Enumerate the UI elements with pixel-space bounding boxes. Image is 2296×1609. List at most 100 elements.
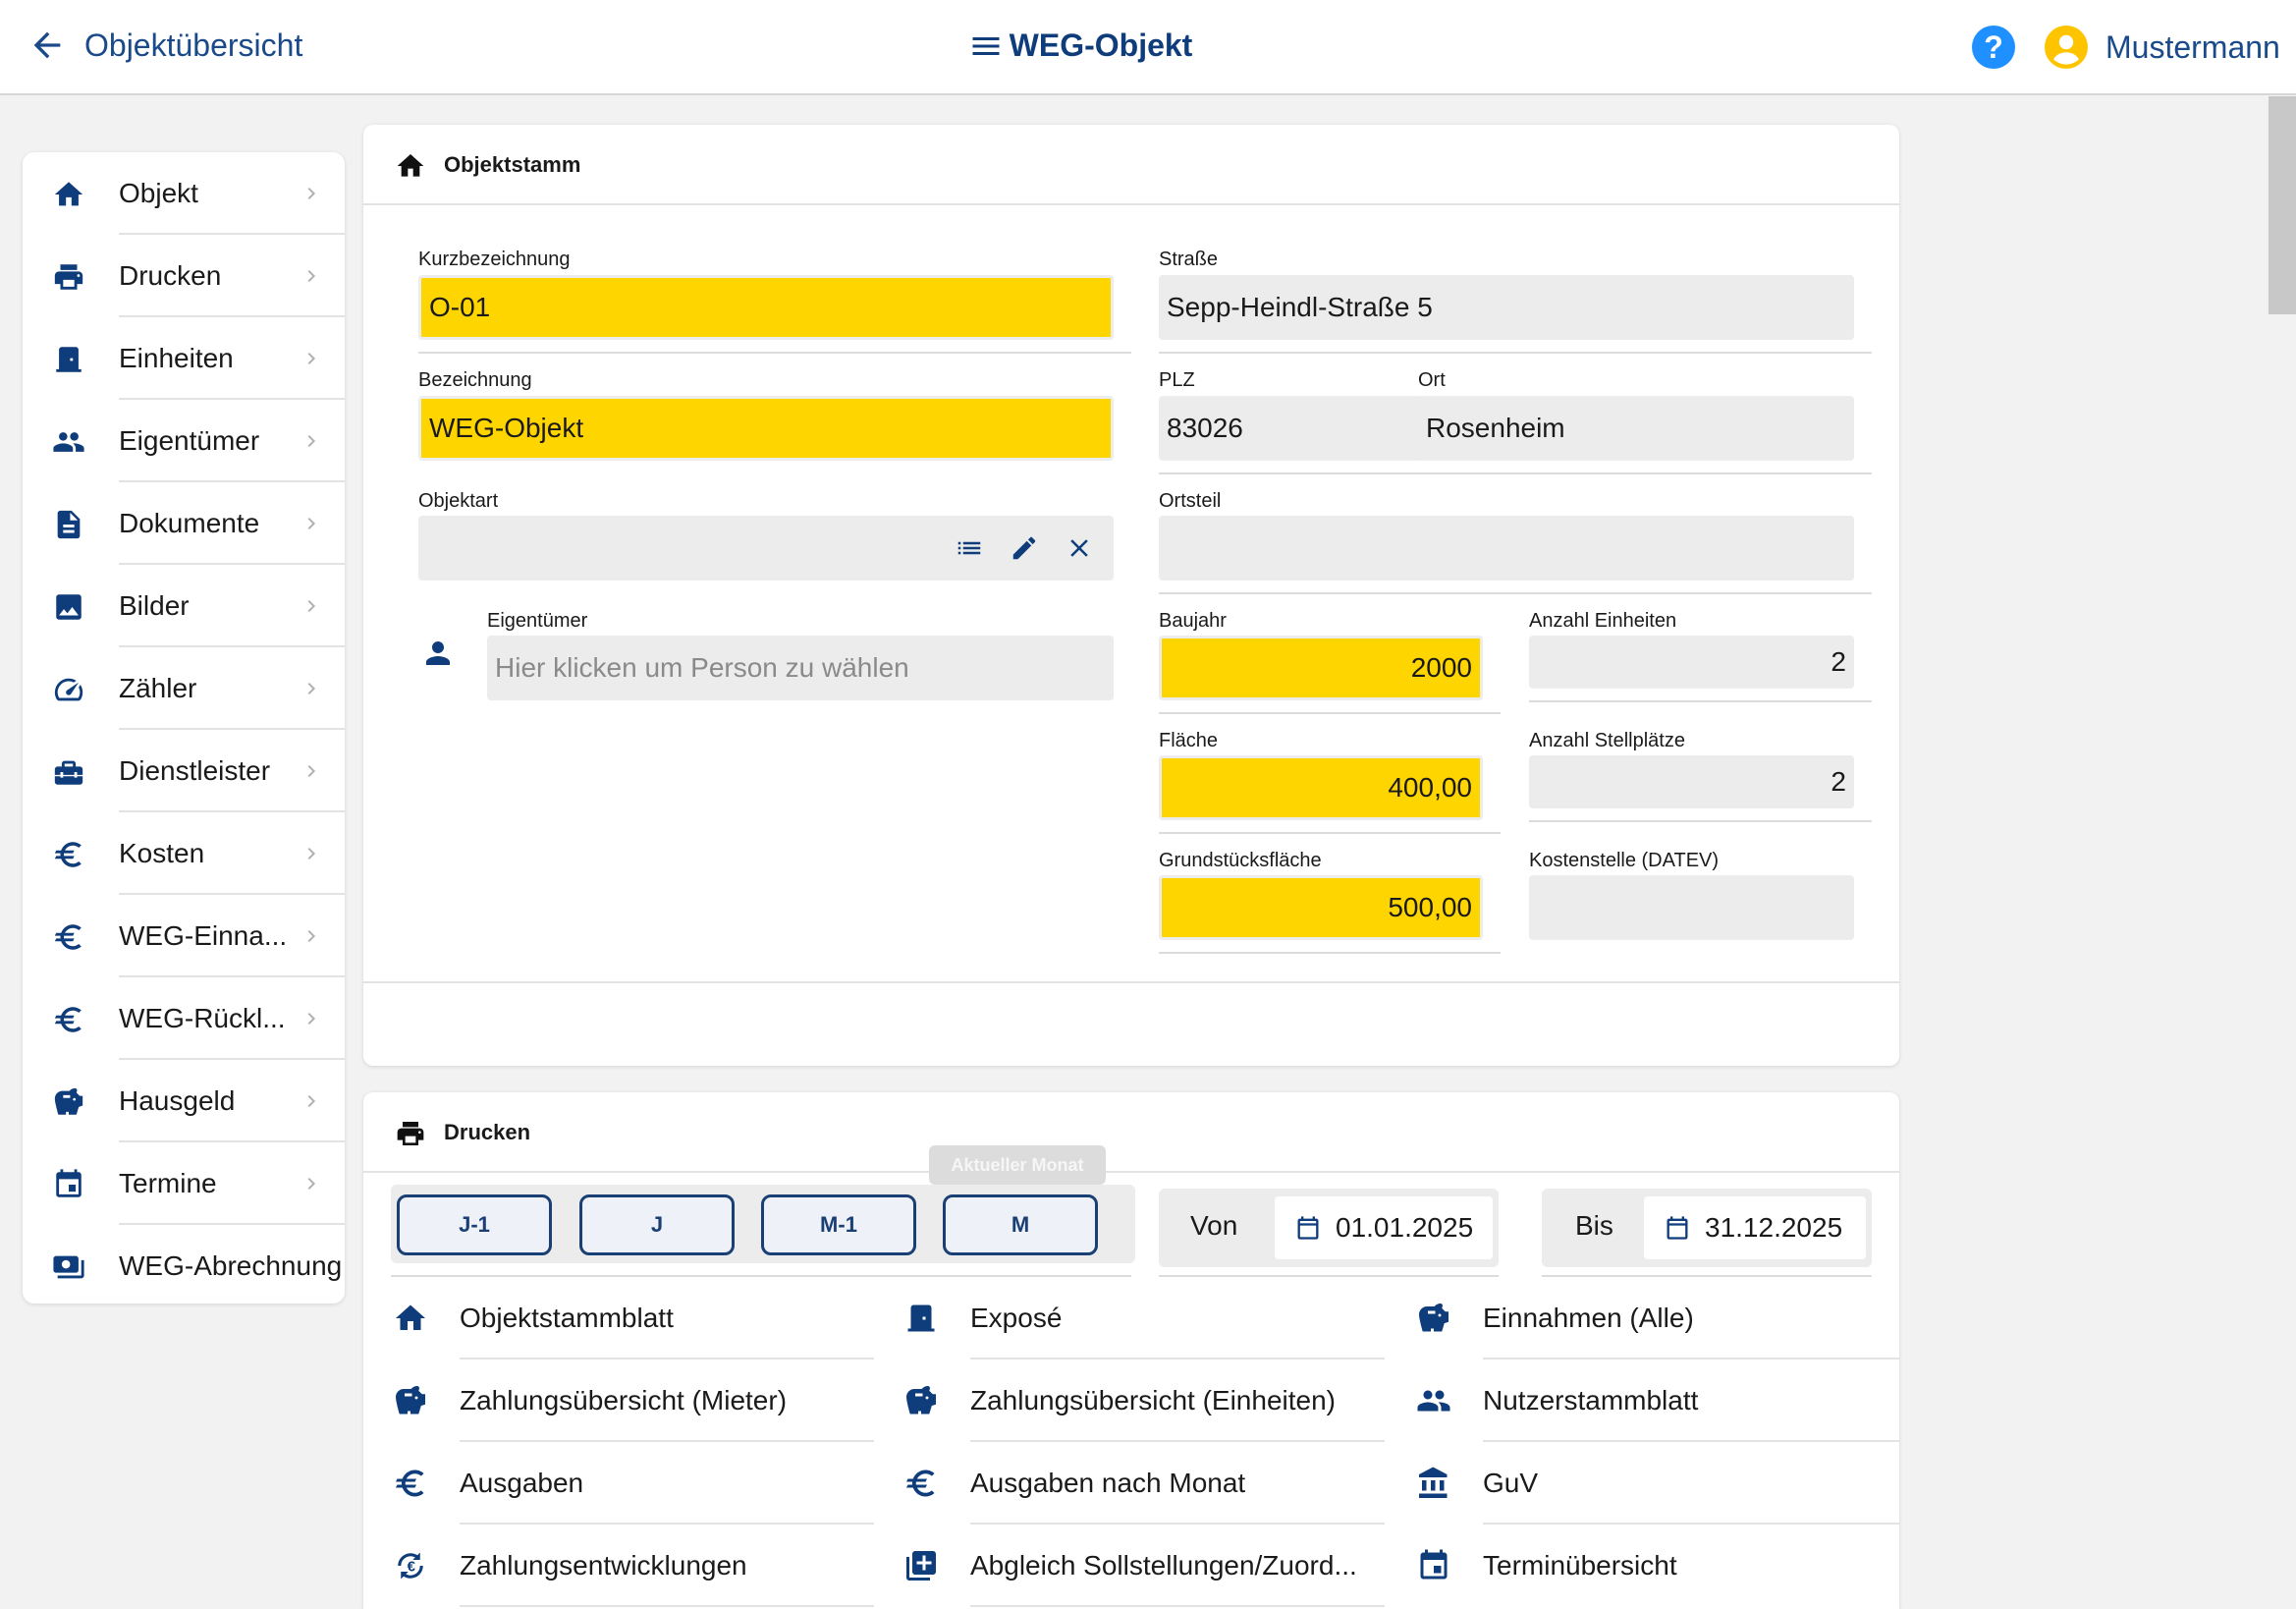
sidebar-item-dokumente[interactable]: Dokumente <box>23 482 345 565</box>
calendar-icon <box>1297 1216 1319 1240</box>
baujahr-field[interactable]: 2000 <box>1159 636 1483 700</box>
objektstamm-header: Objektstamm <box>363 125 1899 205</box>
period-button-prev-year[interactable]: J-1 <box>397 1194 552 1255</box>
calendar-icon <box>56 1169 82 1197</box>
objektart-label: Objektart <box>418 490 499 512</box>
period-button-prev-month[interactable]: M-1 <box>761 1194 916 1255</box>
kostenstelle-label: Kostenstelle (DATEV) <box>1529 850 1720 871</box>
eigentuemer-picker[interactable]: Hier klicken um Person zu wählen <box>487 636 1114 700</box>
ortsteil-field[interactable] <box>1159 516 1854 581</box>
print-abgleich-sollstellungen[interactable]: Abgleich Sollstellungen/Zuord... <box>903 1525 1385 1607</box>
chevron-right-icon <box>307 435 315 447</box>
baujahr-label: Baujahr <box>1159 610 1227 632</box>
print-zahlungsuebersicht-einheiten[interactable]: Zahlungsübersicht (Einheiten) <box>903 1359 1385 1442</box>
eigentuemer-label: Eigentümer <box>487 610 588 632</box>
avatar-icon <box>2045 26 2088 69</box>
chevron-right-icon <box>307 1178 315 1190</box>
print-expose[interactable]: Exposé <box>903 1277 1385 1359</box>
chevron-right-icon <box>307 848 315 860</box>
chevron-right-icon <box>307 765 315 777</box>
scrollbar-track[interactable] <box>2265 95 2296 1609</box>
sidebar-nav: Objekt Drucken Einheiten Eigentümer Doku… <box>23 152 345 1304</box>
sidebar-item-weg-einnahmen[interactable]: WEG-Einna... <box>23 895 345 977</box>
flaeche-field[interactable]: 400,00 <box>1159 755 1483 820</box>
sidebar-item-weg-ruecklagen[interactable]: WEG-Rückl... <box>23 977 345 1060</box>
print-ausgaben-nach-monat[interactable]: Ausgaben nach Monat <box>903 1442 1385 1525</box>
printer-icon <box>54 264 83 290</box>
sidebar-item-zaehler[interactable]: Zähler <box>23 647 345 730</box>
tooltip: Aktueller Monat <box>929 1145 1106 1185</box>
printer-icon <box>397 1122 424 1145</box>
chevron-right-icon <box>307 600 315 612</box>
von-date-input[interactable]: 01.01.2025 <box>1275 1196 1493 1259</box>
chevron-right-icon <box>307 353 315 364</box>
kurzbezeichnung-label: Kurzbezeichnung <box>418 249 571 270</box>
piggy-bank-icon <box>54 1087 83 1115</box>
sidebar-item-einheiten[interactable]: Einheiten <box>23 317 345 400</box>
von-date-group: Von 01.01.2025 <box>1159 1189 1499 1267</box>
edit-icon[interactable] <box>1010 533 1039 563</box>
sidebar-item-objekt[interactable]: Objekt <box>23 152 345 235</box>
page-title: WEG-Objekt <box>0 28 2160 64</box>
anzahl-stellplaetze-field[interactable]: 2 <box>1529 755 1854 808</box>
help-button[interactable]: ? <box>1970 24 2017 71</box>
cash-icon <box>53 1255 84 1279</box>
kurzbezeichnung-field[interactable]: O-01 <box>418 275 1114 340</box>
document-icon <box>57 510 81 539</box>
scrollbar-thumb[interactable] <box>2269 96 2296 314</box>
ort-label: Ort <box>1418 369 1446 391</box>
list-icon[interactable] <box>955 533 984 563</box>
home-icon <box>397 154 424 177</box>
bis-date-group: Bis 31.12.2025 <box>1542 1189 1872 1267</box>
sidebar-item-drucken[interactable]: Drucken <box>23 235 345 317</box>
print-objektstammblatt[interactable]: Objektstammblatt <box>393 1277 874 1359</box>
euro-icon <box>396 1470 424 1497</box>
drucken-header: Drucken <box>363 1092 1899 1173</box>
strasse-field[interactable]: Sepp-Heindl-Straße 5 <box>1159 275 1854 340</box>
print-terminuebersicht[interactable]: Terminübersicht <box>1416 1525 1899 1607</box>
person-icon <box>426 641 450 665</box>
print-nutzerstammblatt[interactable]: Nutzerstammblatt <box>1416 1359 1899 1442</box>
print-ausgaben[interactable]: Ausgaben <box>393 1442 874 1525</box>
grundstuecksflaeche-label: Grundstücksfläche <box>1159 850 1322 871</box>
chevron-right-icon <box>307 1095 315 1107</box>
people-icon <box>1417 1390 1450 1412</box>
piggy-bank-icon <box>906 1386 936 1415</box>
plz-field[interactable]: 83026 <box>1159 396 1422 461</box>
chevron-right-icon <box>307 683 315 694</box>
home-icon <box>396 1304 425 1330</box>
svg-text:€: € <box>408 1559 416 1576</box>
sidebar-item-termine[interactable]: Termine <box>23 1142 345 1225</box>
sidebar-item-eigentuemer[interactable]: Eigentümer <box>23 400 345 482</box>
door-icon <box>907 1304 935 1332</box>
print-einnahmen-alle[interactable]: Einnahmen (Alle) <box>1416 1277 1899 1359</box>
period-button-year[interactable]: J <box>579 1194 735 1255</box>
sidebar-item-kosten[interactable]: Kosten <box>23 812 345 895</box>
ort-field[interactable]: Rosenheim <box>1418 396 1854 461</box>
period-button-month[interactable]: M <box>943 1194 1098 1255</box>
bezeichnung-field[interactable]: WEG-Objekt <box>418 396 1114 461</box>
sidebar-item-bilder[interactable]: Bilder <box>23 565 345 647</box>
drucken-card: Drucken Aktueller Monat J-1 J M-1 M Von … <box>363 1092 1899 1609</box>
sidebar-item-dienstleister[interactable]: Dienstleister <box>23 730 345 812</box>
anzahl-einheiten-field[interactable]: 2 <box>1529 636 1854 689</box>
user-menu[interactable]: Mustermann <box>2043 24 2280 71</box>
user-name: Mustermann <box>2105 28 2280 65</box>
sidebar-item-hausgeld[interactable]: Hausgeld <box>23 1060 345 1142</box>
sidebar-item-weg-abrechnung[interactable]: WEG-Abrechnung <box>23 1225 345 1307</box>
door-icon <box>56 347 82 372</box>
print-zahlungsuebersicht-mieter[interactable]: Zahlungsübersicht (Mieter) <box>393 1359 874 1442</box>
grundstuecksflaeche-field[interactable]: 500,00 <box>1159 875 1483 940</box>
print-guv[interactable]: GuV <box>1416 1442 1899 1525</box>
strasse-label: Straße <box>1159 249 1219 270</box>
people-icon <box>53 432 84 452</box>
close-icon[interactable] <box>1065 533 1094 563</box>
bis-date-input[interactable]: 31.12.2025 <box>1644 1196 1866 1259</box>
kostenstelle-field[interactable] <box>1529 875 1854 940</box>
calendar-icon <box>1667 1216 1688 1240</box>
flaeche-label: Fläche <box>1159 730 1219 751</box>
print-zahlungsentwicklungen[interactable]: € Zahlungsentwicklungen <box>393 1525 874 1607</box>
piggy-bank-icon <box>396 1386 425 1415</box>
note-plus-icon <box>906 1551 936 1581</box>
svg-text:?: ? <box>1984 29 2003 65</box>
